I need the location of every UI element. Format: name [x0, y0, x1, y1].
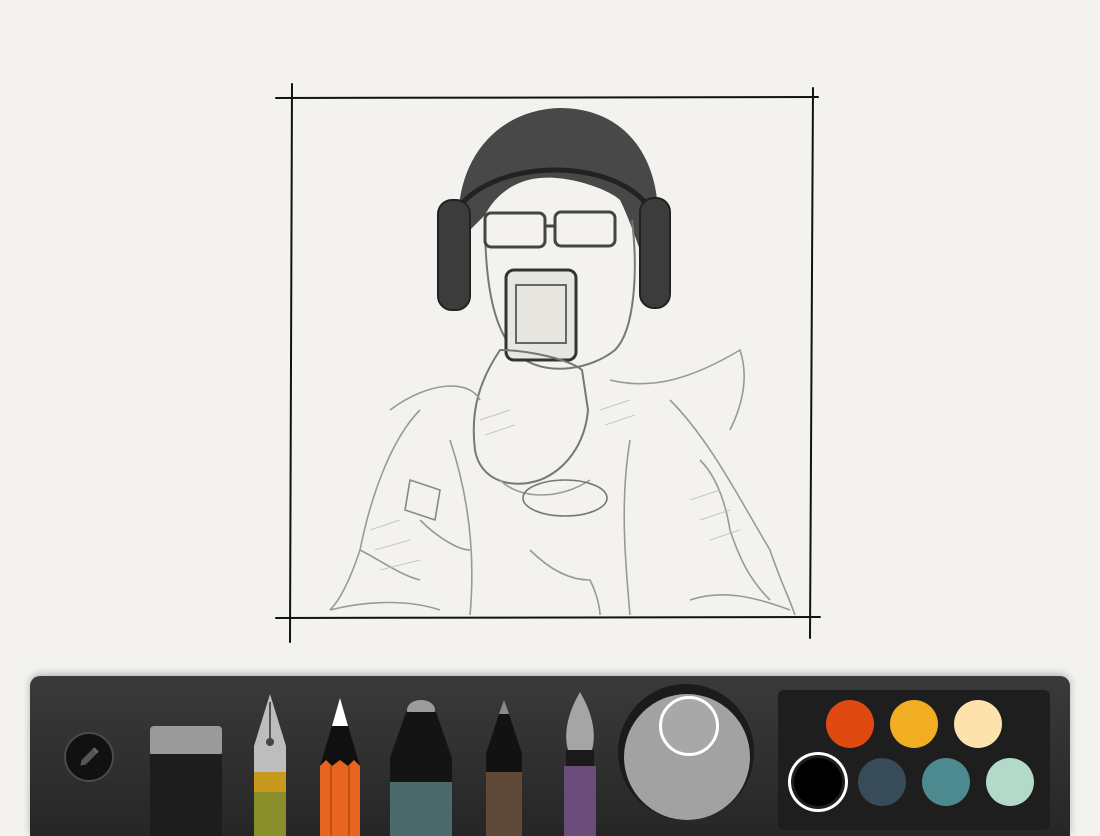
sketch-drawing	[275, 83, 821, 643]
sketch-hair	[458, 108, 658, 280]
fountain-pen-tool[interactable]	[250, 692, 290, 836]
marker-icon	[390, 700, 452, 836]
sketch-phone	[504, 268, 578, 362]
color-mixer-icon	[624, 694, 750, 820]
outline-pen-tool[interactable]	[482, 698, 526, 836]
pencil-tool[interactable]	[318, 696, 362, 836]
swatch-slate[interactable]	[858, 758, 906, 806]
swatch-black[interactable]	[794, 758, 842, 806]
tool-tray	[30, 676, 1070, 836]
eraser-tool[interactable]	[148, 726, 224, 836]
color-mixer-wheel[interactable]	[618, 684, 754, 820]
pencil-icon	[320, 698, 360, 836]
swatch-cream[interactable]	[954, 700, 1002, 748]
swatch-mint[interactable]	[986, 758, 1034, 806]
brush-tool[interactable]	[558, 690, 602, 836]
color-mixer-knob[interactable]	[659, 696, 719, 756]
swatch-red-orange[interactable]	[826, 700, 874, 748]
swatch-yellow[interactable]	[890, 700, 938, 748]
pencil-edit-icon	[80, 747, 99, 766]
brush-icon	[564, 692, 596, 836]
marker-tool[interactable]	[386, 698, 456, 836]
outline-pen-icon	[486, 700, 522, 836]
swatch-teal[interactable]	[922, 758, 970, 806]
edit-tool-button[interactable]	[64, 732, 114, 782]
fountain-pen-icon	[254, 694, 286, 836]
sketch-glasses	[483, 210, 617, 249]
color-palette	[778, 690, 1050, 830]
sketch-jacket	[329, 348, 796, 616]
eraser-icon	[150, 726, 222, 836]
drawing-canvas[interactable]	[0, 0, 1100, 660]
